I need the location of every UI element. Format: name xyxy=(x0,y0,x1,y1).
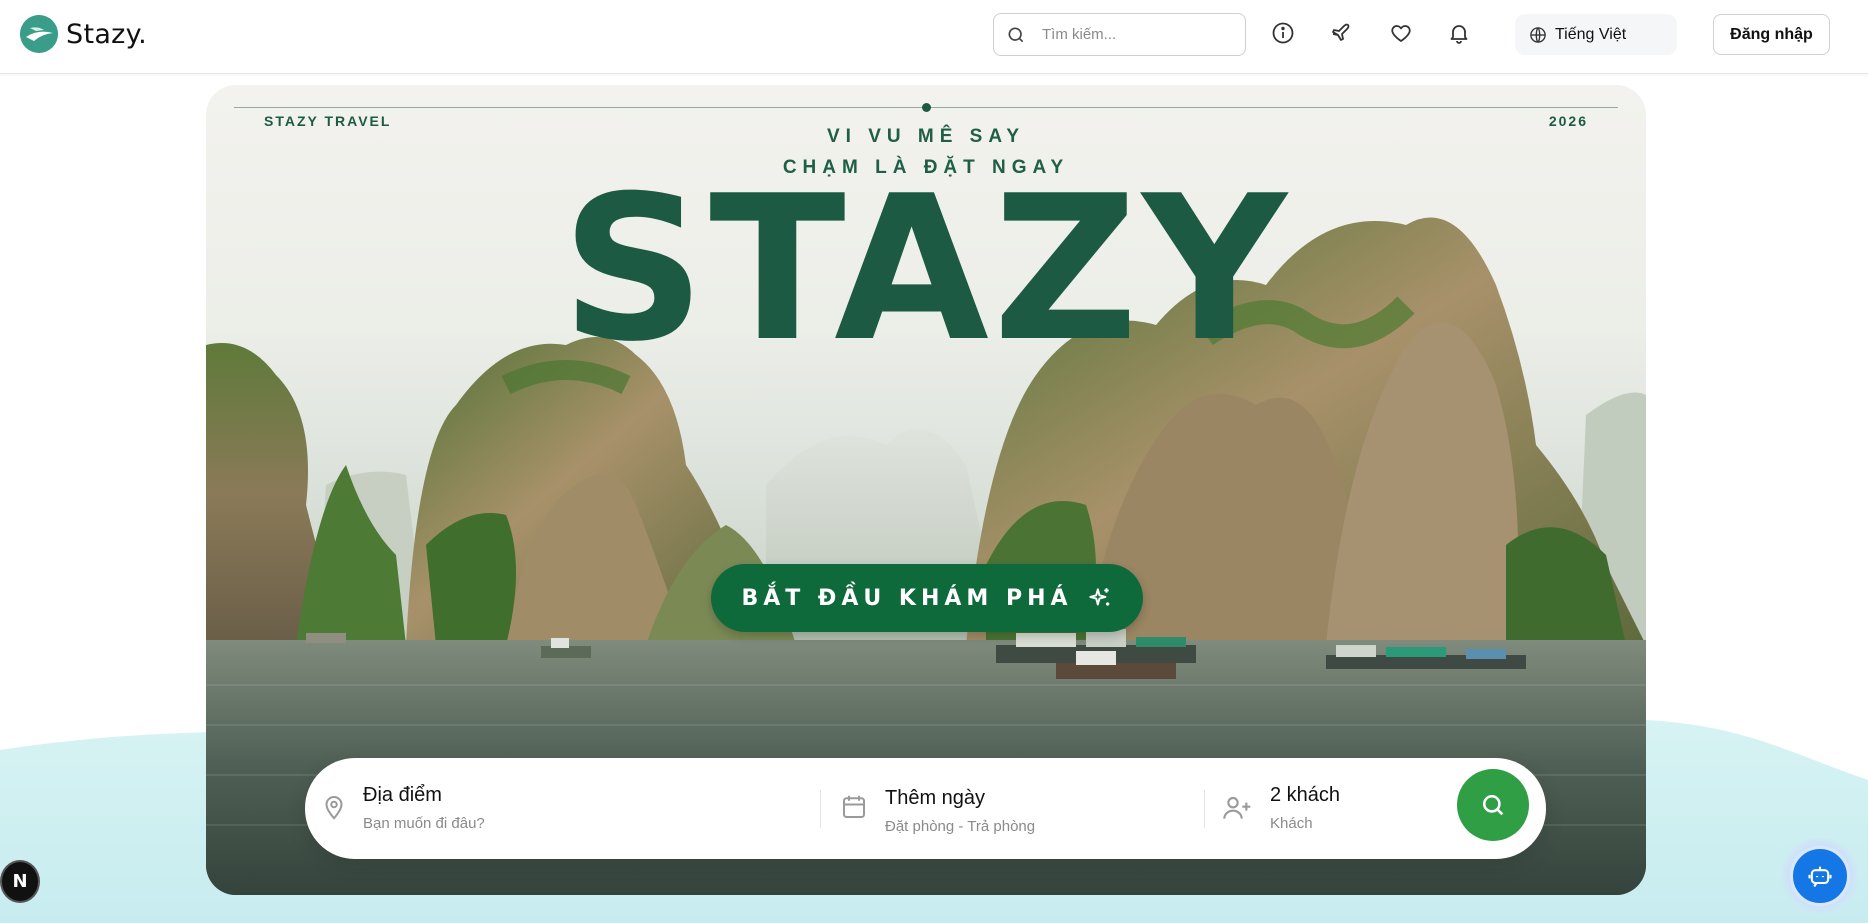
tagline-1: VI VU MÊ SAY xyxy=(826,126,1025,147)
dates-subtitle: Đặt phòng - Trả phòng xyxy=(885,818,1036,835)
dates-title: Thêm ngày xyxy=(885,787,986,809)
location-title: Địa điểm xyxy=(363,784,442,806)
guests-field[interactable]: 2 khách Khách xyxy=(1205,758,1455,859)
logo[interactable]: Stazy. xyxy=(20,15,147,53)
location-subtitle: Bạn muốn đi đâu? xyxy=(363,815,485,832)
dev-tools-badge[interactable]: N xyxy=(0,860,40,903)
calendar-icon xyxy=(843,795,865,818)
guests-title: 2 khách xyxy=(1270,784,1341,806)
chatbot-button[interactable] xyxy=(1780,838,1860,913)
search-box[interactable] xyxy=(993,13,1246,56)
language-selector[interactable]: Tiếng Việt xyxy=(1515,14,1677,55)
cta-label: BẮT ĐẦU KHÁM PHÁ xyxy=(741,585,1073,611)
globe-icon xyxy=(1530,26,1546,43)
search-icon xyxy=(1008,27,1024,42)
location-field[interactable]: Địa điểm Bạn muốn đi đâu? xyxy=(305,758,820,859)
guests-subtitle: Khách xyxy=(1270,815,1313,832)
hero-banner: STAZY TRAVEL 2026 VI VU MÊ SAY CHẠM LÀ Đ… xyxy=(206,85,1646,895)
search-input[interactable] xyxy=(1042,26,1232,43)
sparkles-icon xyxy=(1088,588,1109,606)
start-exploring-button[interactable]: BẮT ĐẦU KHÁM PHÁ xyxy=(711,564,1143,632)
info-icon[interactable] xyxy=(1270,20,1296,46)
logo-icon xyxy=(20,15,58,53)
bot-icon xyxy=(1808,866,1832,887)
login-button[interactable]: Đăng nhập xyxy=(1713,14,1830,55)
top-navbar: Stazy. Tiếng Việt Đăng nhập xyxy=(0,0,1868,74)
booking-search-bar: Địa điểm Bạn muốn đi đâu? Thêm ngày Đặt … xyxy=(305,758,1546,859)
logo-text: Stazy. xyxy=(66,18,147,50)
bell-icon[interactable] xyxy=(1446,20,1472,46)
rule-dot xyxy=(922,103,931,112)
search-submit-button[interactable] xyxy=(1457,769,1529,841)
heart-icon[interactable] xyxy=(1388,20,1414,46)
search-icon xyxy=(1482,794,1504,816)
add-user-icon xyxy=(1223,796,1251,819)
hero-headline: STAZY xyxy=(561,153,1291,386)
map-pin-icon xyxy=(325,796,343,820)
plane-icon[interactable] xyxy=(1329,20,1355,46)
language-label: Tiếng Việt xyxy=(1555,25,1627,43)
dates-field[interactable]: Thêm ngày Đặt phòng - Trả phòng xyxy=(821,758,1204,859)
